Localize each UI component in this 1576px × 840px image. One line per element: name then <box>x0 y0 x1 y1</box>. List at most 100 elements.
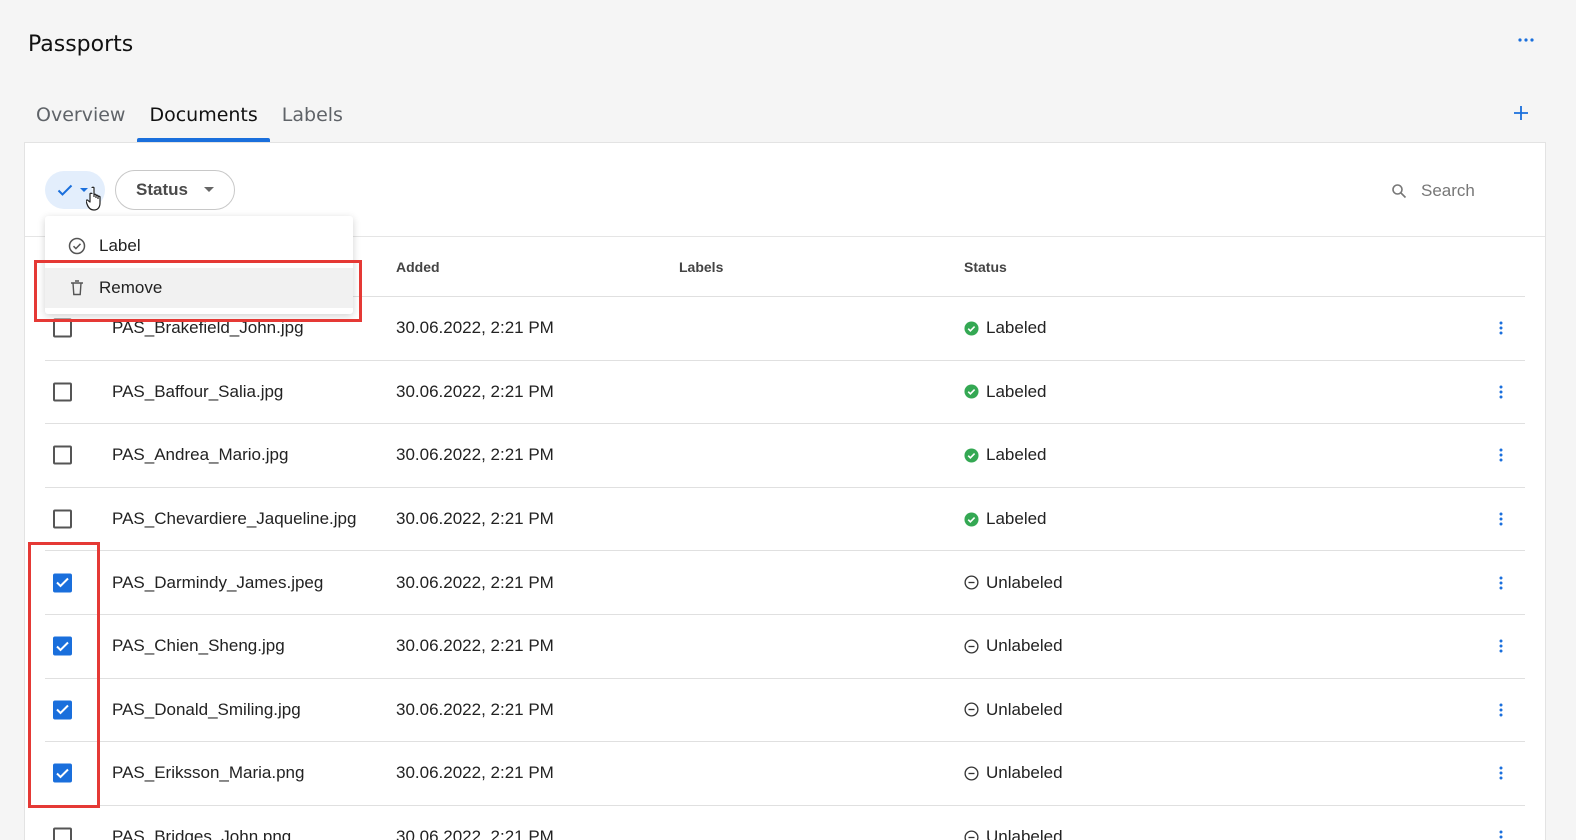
add-button[interactable] <box>1508 100 1534 126</box>
status-cell: Unlabeled <box>964 763 1063 783</box>
row-checkbox[interactable] <box>53 509 72 529</box>
row-checkbox[interactable] <box>53 445 72 465</box>
column-header-added[interactable]: Added <box>396 259 440 275</box>
minus-circle-icon <box>964 830 979 840</box>
column-header-labels[interactable]: Labels <box>679 259 723 275</box>
minus-circle-icon <box>964 639 979 654</box>
more-vertical-icon <box>1499 385 1503 399</box>
more-vertical-icon <box>1499 766 1503 780</box>
check-circle-filled-icon <box>964 512 979 527</box>
column-header-status[interactable]: Status <box>964 259 1007 275</box>
checkmark-icon <box>56 577 69 588</box>
status-text: Unlabeled <box>986 699 1063 719</box>
status-cell: Labeled <box>964 445 1047 465</box>
file-name[interactable]: PAS_Chien_Sheng.jpg <box>112 636 285 656</box>
status-cell: Unlabeled <box>964 573 1063 593</box>
row-checkbox[interactable] <box>53 636 72 656</box>
added-date: 30.06.2022, 2:21 PM <box>396 636 554 656</box>
status-text: Labeled <box>986 318 1047 338</box>
row-actions-button[interactable] <box>1491 316 1511 340</box>
file-name[interactable]: PAS_Darmindy_James.jpeg <box>112 573 323 593</box>
status-cell: Labeled <box>964 509 1047 529</box>
more-vertical-icon <box>1499 576 1503 590</box>
file-name[interactable]: PAS_Chevardiere_Jaqueline.jpg <box>112 509 356 529</box>
status-text: Labeled <box>986 381 1047 401</box>
table-row[interactable]: PAS_Bridges_John.png 30.06.2022, 2:21 PM U… <box>45 806 1525 840</box>
page-title: Passports <box>28 32 134 57</box>
added-date: 30.06.2022, 2:21 PM <box>396 445 554 465</box>
row-checkbox[interactable] <box>53 318 72 338</box>
added-date: 30.06.2022, 2:21 PM <box>396 763 554 783</box>
search-box <box>1391 175 1531 207</box>
trash-icon <box>71 280 83 296</box>
table-row[interactable]: PAS_Baffour_Salia.jpg 30.06.2022, 2:21 PM… <box>45 361 1525 425</box>
row-actions-button[interactable] <box>1491 380 1511 404</box>
status-text: Labeled <box>986 509 1047 529</box>
status-filter-button[interactable]: Status <box>115 170 235 210</box>
tab-labels[interactable]: Labels <box>270 96 355 142</box>
checkmark-icon <box>56 705 69 715</box>
status-cell: Labeled <box>964 318 1047 338</box>
added-date: 30.06.2022, 2:21 PM <box>396 699 554 719</box>
row-actions-button[interactable] <box>1491 634 1511 658</box>
row-checkbox[interactable] <box>53 573 72 593</box>
checkmark-icon <box>56 641 69 652</box>
status-text: Unlabeled <box>986 572 1063 592</box>
more-vertical-icon <box>1499 321 1503 335</box>
plus-icon <box>1514 106 1528 120</box>
check-icon <box>57 184 73 196</box>
more-options-button[interactable] <box>1512 28 1540 52</box>
menu-item-label-text: Label <box>99 236 141 255</box>
row-checkbox[interactable] <box>53 700 72 720</box>
menu-item-remove[interactable]: Remove <box>45 268 353 308</box>
added-date: 30.06.2022, 2:21 PM <box>396 318 554 338</box>
file-name[interactable]: PAS_Andrea_Mario.jpg <box>112 445 288 465</box>
check-circle-icon <box>68 237 86 255</box>
minus-circle-icon <box>964 702 979 717</box>
row-checkbox[interactable] <box>53 382 72 402</box>
file-name[interactable]: PAS_Donald_Smiling.jpg <box>112 700 301 720</box>
row-actions-button[interactable] <box>1491 571 1511 595</box>
status-text: Labeled <box>986 445 1047 465</box>
row-actions-button[interactable] <box>1491 698 1511 722</box>
table-row[interactable]: PAS_Darmindy_James.jpeg 30.06.2022, 2:21 … <box>45 551 1525 615</box>
more-vertical-icon <box>1499 639 1503 653</box>
minus-circle-icon <box>964 766 979 781</box>
hand-pointer-cursor-icon <box>86 186 101 211</box>
table-row[interactable]: PAS_Chien_Sheng.jpg 30.06.2022, 2:21 PM Un… <box>45 615 1525 679</box>
added-date: 30.06.2022, 2:21 PM <box>396 827 554 840</box>
row-actions-button[interactable] <box>1491 761 1511 785</box>
more-vertical-icon <box>1499 703 1503 717</box>
more-horizontal-icon <box>1518 38 1534 42</box>
status-cell: Unlabeled <box>964 700 1063 720</box>
check-circle-filled-icon <box>964 321 979 336</box>
row-actions-button[interactable] <box>1491 507 1511 531</box>
caret-down-icon <box>203 187 214 192</box>
documents-table-body: PAS_Brakefield_John.jpg 30.06.2022, 2:21 … <box>45 297 1525 840</box>
tab-documents[interactable]: Documents <box>137 96 271 142</box>
table-row[interactable]: PAS_Eriksson_Maria.png 30.06.2022, 2:21 P… <box>45 742 1525 806</box>
table-row[interactable]: PAS_Chevardiere_Jaqueline.jpg 30.06.2022,… <box>45 488 1525 552</box>
tab-overview[interactable]: Overview <box>24 96 137 142</box>
check-circle-filled-icon <box>964 448 979 463</box>
file-name[interactable]: PAS_Eriksson_Maria.png <box>112 763 304 783</box>
status-text: Unlabeled <box>986 636 1063 656</box>
menu-item-label[interactable]: Label <box>45 226 353 266</box>
status-text: Unlabeled <box>986 763 1063 783</box>
search-input[interactable] <box>1421 181 1521 201</box>
more-vertical-icon <box>1499 512 1503 526</box>
file-name[interactable]: PAS_Baffour_Salia.jpg <box>112 382 283 402</box>
minus-circle-icon <box>964 575 979 590</box>
row-actions-button[interactable] <box>1491 443 1511 467</box>
added-date: 30.06.2022, 2:21 PM <box>396 381 554 401</box>
file-name[interactable]: PAS_Brakefield_John.jpg <box>112 318 304 338</box>
row-checkbox[interactable] <box>53 827 72 840</box>
row-actions-button[interactable] <box>1491 825 1511 840</box>
table-row[interactable]: PAS_Donald_Smiling.jpg 30.06.2022, 2:21 P… <box>45 679 1525 743</box>
status-cell: Unlabeled <box>964 827 1063 840</box>
file-name[interactable]: PAS_Bridges_John.png <box>112 827 291 840</box>
row-checkbox[interactable] <box>53 763 72 783</box>
more-vertical-icon <box>1499 448 1503 462</box>
table-row[interactable]: PAS_Andrea_Mario.jpg 30.06.2022, 2:21 PM L… <box>45 424 1525 488</box>
check-circle-filled-icon <box>964 384 979 399</box>
